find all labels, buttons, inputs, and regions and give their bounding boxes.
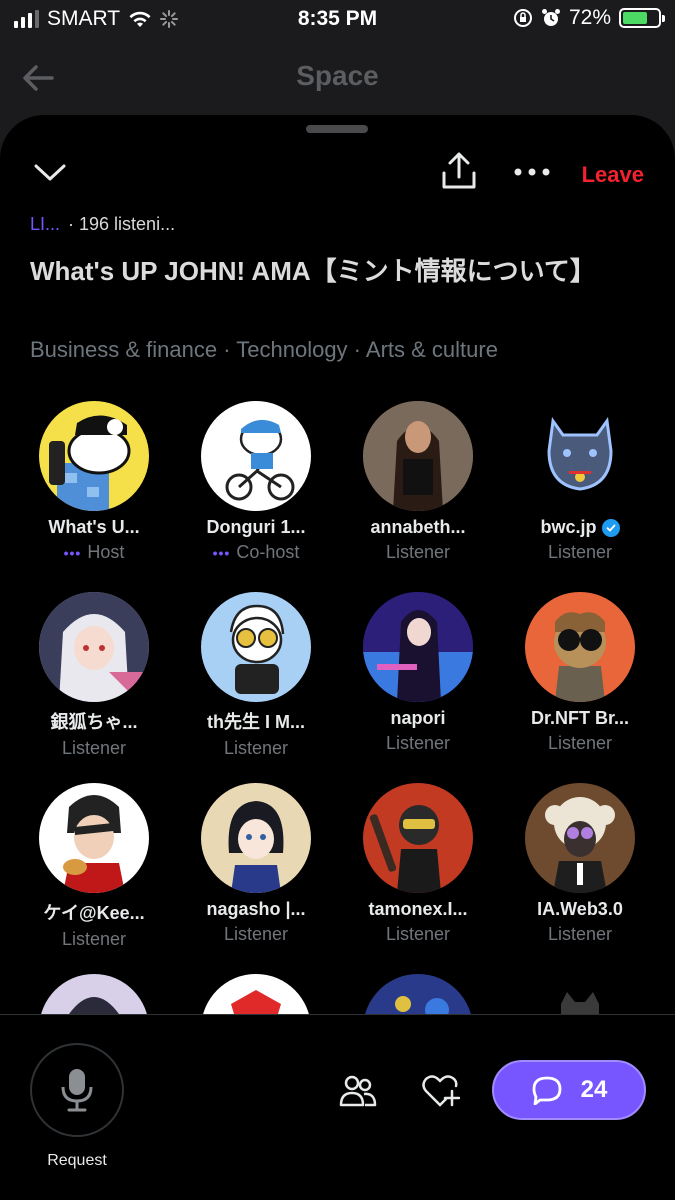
- space-title: What's UP JOHN! AMA【ミント情報について】: [30, 256, 596, 286]
- participant[interactable]: nagasho |... Listener: [176, 783, 336, 945]
- alarm-icon: [541, 9, 560, 26]
- app-header: Space: [0, 40, 675, 115]
- bottom-bar: Request 24: [0, 1015, 675, 1200]
- request-label: Request: [47, 1152, 107, 1169]
- status-bar: SMART 8:35 PM 72%: [0, 0, 675, 40]
- speaking-indicator: •••: [63, 544, 82, 561]
- participant[interactable]: tamonex.I... Listener: [338, 783, 498, 945]
- participant-name: th先生 I M...: [207, 712, 305, 732]
- participant-name: 銀狐ちゃ...: [50, 712, 138, 732]
- heart-plus-icon[interactable]: [420, 1073, 460, 1109]
- leave-button[interactable]: Leave: [582, 162, 644, 188]
- participant-role: Co-host: [236, 542, 300, 562]
- space-topics: Business & finance · Technology · Arts &…: [30, 337, 498, 362]
- avatar: [525, 592, 635, 702]
- participant-role: Host: [87, 542, 125, 562]
- page-title: Space: [296, 60, 379, 91]
- chat-bubble-icon: [532, 1076, 562, 1105]
- verified-badge-icon: [601, 518, 620, 537]
- avatar: [525, 401, 635, 511]
- avatar: [525, 783, 635, 893]
- participant-role: Listener: [547, 924, 613, 944]
- participant-role: Listener: [223, 924, 289, 944]
- participant[interactable]: What's U... ••• Host: [14, 401, 174, 563]
- participant-role: Listener: [385, 924, 451, 944]
- avatar: [39, 783, 149, 893]
- microphone-icon: [61, 1069, 93, 1112]
- participant-role: Listener: [547, 733, 613, 753]
- participant[interactable]: Donguri 1... ••• Co-host: [176, 401, 336, 563]
- participant-name: IA.Web3.0: [537, 899, 623, 919]
- participant[interactable]: napori Listener: [338, 592, 498, 754]
- avatar: [201, 401, 311, 511]
- participant-name: What's U...: [48, 517, 140, 537]
- avatar: [201, 592, 311, 702]
- avatar: [39, 592, 149, 702]
- avatar: [363, 401, 473, 511]
- participant-role: Listener: [61, 738, 127, 758]
- participant[interactable]: Dr.NFT Br... Listener: [500, 592, 660, 754]
- comments-count: 24: [580, 1076, 608, 1103]
- participant[interactable]: ケイ@Kee... Listener: [14, 783, 174, 950]
- participant-name: nagasho |...: [206, 899, 306, 919]
- more-options-icon[interactable]: [512, 167, 552, 177]
- participant[interactable]: th先生 I M... Listener: [176, 592, 336, 759]
- participant[interactable]: bwc.jp Listener: [500, 401, 660, 563]
- avatar: [39, 401, 149, 511]
- participant-name: ケイ@Kee...: [43, 903, 145, 923]
- space-sheet: Leave LI... · 196 listeni... What's UP J…: [0, 115, 675, 1200]
- participant-name: bwc.jp: [540, 517, 597, 537]
- chevron-down-icon[interactable]: [30, 157, 70, 187]
- avatar: [363, 592, 473, 702]
- participant-role: Listener: [385, 733, 451, 753]
- listener-count: · 196 listeni...: [68, 214, 176, 234]
- participant-name: Dr.NFT Br...: [530, 708, 629, 728]
- participant-name: tamonex.I...: [368, 899, 468, 919]
- participant-name: napori: [390, 708, 446, 728]
- live-indicator: LI...: [30, 214, 61, 234]
- participant-role: Listener: [223, 738, 289, 758]
- share-icon[interactable]: [440, 151, 478, 191]
- people-icon[interactable]: [338, 1073, 378, 1109]
- participant[interactable]: annabeth... Listener: [338, 401, 498, 563]
- participant-name: annabeth...: [370, 517, 466, 537]
- participant-role: Listener: [385, 542, 451, 562]
- participant-name: Donguri 1...: [206, 517, 306, 537]
- avatar: [363, 783, 473, 893]
- comments-button[interactable]: 24: [492, 1060, 646, 1120]
- avatar: [201, 783, 311, 893]
- rotation-lock-icon: [513, 9, 532, 27]
- request-mic-button[interactable]: [30, 1043, 124, 1137]
- sheet-grabber[interactable]: [306, 125, 368, 133]
- battery-percent: 72%: [568, 6, 611, 29]
- participant[interactable]: IA.Web3.0 Listener: [500, 783, 660, 945]
- speaking-indicator: •••: [212, 544, 231, 561]
- space-meta: LI... · 196 listeni...: [30, 214, 175, 235]
- participant-role: Listener: [547, 542, 613, 562]
- participant[interactable]: 銀狐ちゃ... Listener: [14, 592, 174, 759]
- battery-icon: [619, 8, 665, 28]
- participant-role: Listener: [61, 929, 127, 949]
